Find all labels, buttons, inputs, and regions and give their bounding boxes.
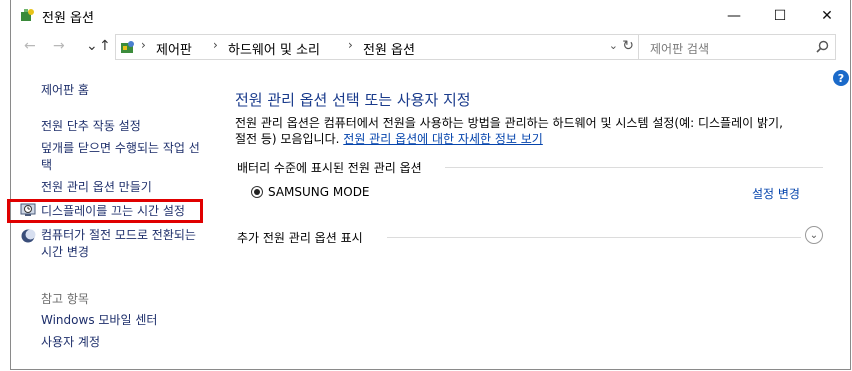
breadcrumb-separator-icon[interactable]: › bbox=[348, 38, 353, 52]
sidebar: 제어판 홈 전원 단추 작동 설정 덮개를 닫으면 수행되는 작업 선택 전원 … bbox=[7, 62, 216, 368]
see-also-mobility-center[interactable]: Windows 모바일 센터 bbox=[41, 312, 157, 329]
sidebar-item-create-plan[interactable]: 전원 관리 옵션 만들기 bbox=[41, 179, 152, 196]
battery-plans-group-label: 배터리 수준에 표시된 전원 관리 옵션 bbox=[237, 161, 422, 175]
more-info-link[interactable]: 전원 관리 옵션에 대한 자세한 정보 보기 bbox=[343, 132, 543, 146]
search-input[interactable]: 제어판 검색 bbox=[638, 34, 836, 60]
up-arrow-icon[interactable]: ↑ bbox=[99, 38, 111, 54]
more-plans-label[interactable]: 추가 전원 관리 옵션 표시 bbox=[237, 229, 363, 246]
sleep-moon-icon bbox=[20, 228, 36, 247]
sidebar-item-display-off[interactable]: 디스플레이를 끄는 시간 설정 bbox=[41, 203, 185, 220]
sidebar-home-link[interactable]: 제어판 홈 bbox=[41, 82, 89, 99]
forward-arrow-icon[interactable]: → bbox=[53, 38, 65, 54]
sidebar-item-power-buttons[interactable]: 전원 단추 작동 설정 bbox=[41, 118, 141, 135]
breadcrumb-power-options[interactable]: 전원 옵션 bbox=[363, 39, 415, 58]
page-description: 전원 관리 옵션은 컴퓨터에서 전원을 사용하는 방법을 관리하는 하드웨어 및… bbox=[235, 115, 795, 147]
breadcrumb-hardware-sound[interactable]: 하드웨어 및 소리 bbox=[228, 39, 320, 58]
refresh-icon[interactable]: ↻ bbox=[622, 38, 634, 54]
power-options-icon bbox=[19, 7, 35, 23]
breadcrumb-separator-icon: › bbox=[141, 38, 146, 52]
control-panel-icon bbox=[120, 39, 136, 55]
search-placeholder: 제어판 검색 bbox=[650, 42, 710, 56]
group-divider bbox=[445, 167, 823, 168]
see-also-user-accounts[interactable]: 사용자 계정 bbox=[41, 334, 100, 351]
maximize-button[interactable]: ☐ bbox=[757, 0, 803, 31]
close-button[interactable]: ✕ bbox=[804, 0, 850, 31]
sidebar-item-sleep-time[interactable]: 컴퓨터가 절전 모드로 전환되는 시간 변경 bbox=[41, 227, 206, 261]
plan-radio-button[interactable] bbox=[251, 186, 263, 198]
more-plans-divider bbox=[387, 237, 801, 238]
dropdown-recent-icon[interactable]: ⌄ bbox=[86, 38, 98, 54]
address-dropdown-icon[interactable]: ⌄ bbox=[609, 39, 618, 52]
back-arrow-icon[interactable]: ← bbox=[24, 38, 36, 54]
page-title: 전원 관리 옵션 선택 또는 사용자 지정 bbox=[235, 91, 471, 109]
display-clock-icon bbox=[20, 202, 36, 221]
change-settings-link[interactable]: 설정 변경 bbox=[752, 185, 800, 202]
see-also-title: 참고 항목 bbox=[41, 292, 89, 306]
address-bar[interactable]: › 제어판 › 하드웨어 및 소리 › 전원 옵션 ⌄ ↻ bbox=[115, 34, 639, 60]
sidebar-item-lid-action[interactable]: 덮개를 닫으면 수행되는 작업 선택 bbox=[41, 140, 206, 174]
address-toolbar: ← → ⌄ ↑ › 제어판 › 하드웨어 및 소리 › 전원 옵션 ⌄ ↻ 제어… bbox=[11, 32, 850, 62]
title-bar: 전원 옵션 — ☐ ✕ bbox=[11, 0, 850, 31]
plan-name-label[interactable]: SAMSUNG MODE bbox=[268, 185, 370, 199]
control-panel-window: 전원 옵션 — ☐ ✕ ← → ⌄ ↑ › 제어판 › 하드웨어 및 소리 › … bbox=[7, 0, 851, 370]
main-content: 전원 관리 옵션 선택 또는 사용자 지정 전원 관리 옵션은 컴퓨터에서 전원… bbox=[216, 62, 850, 368]
chevron-down-icon[interactable]: ⌄ bbox=[805, 226, 823, 244]
window-title: 전원 옵션 bbox=[42, 11, 94, 26]
breadcrumb-separator-icon[interactable]: › bbox=[213, 38, 218, 52]
breadcrumb-control-panel[interactable]: 제어판 bbox=[156, 39, 192, 58]
search-icon[interactable] bbox=[816, 40, 829, 56]
minimize-button[interactable]: — bbox=[711, 0, 757, 31]
